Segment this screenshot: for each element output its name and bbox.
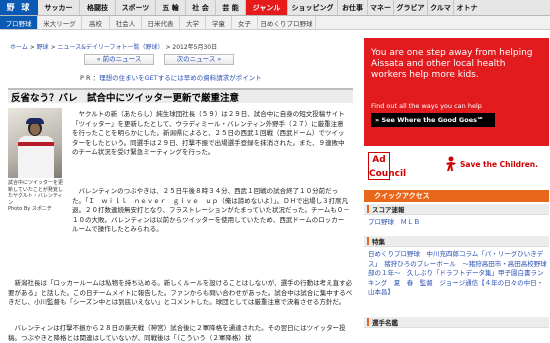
ad-subtext: Find out all the ways you can help [371,102,482,110]
next-news-button[interactable]: 次のニュース » [164,54,234,65]
nav-item-society[interactable]: 社 会 [186,0,216,15]
pr-line: P R ：理想の住まいをGETするには早めの資料請求がポイント [80,72,262,82]
sidebar: You are one step away from helping Aissa… [360,30,550,328]
nav-logo-baseball[interactable]: 野 球 [0,0,38,15]
nav-item-entertainment[interactable]: 芸 能 [216,0,246,15]
nav-item-jobs[interactable]: お仕事 [338,0,368,15]
article-headline: 反省なう？バレ 試合中にツイッター更新で厳重注意 [11,92,240,104]
feature-section-header: 特集 [364,236,549,247]
ad-footer: Ad Council Save the Children. [364,146,549,188]
top-nav: 野 球 サッカー 格闘技 スポーツ 五 輪 社 会 芸 能 ジャンル ショッピン… [0,0,550,16]
pr-label: P R ： [80,74,100,82]
breadcrumb-news-list[interactable]: ニュース&デイリーフォト一覧（野球） [58,44,164,51]
breadcrumb-separator: > [27,44,37,51]
article-paragraph: 新潟社長は「ロッカールームは私物を持ち込める。新しくルールを設けることはしないが… [8,279,353,307]
subnav-item-women[interactable]: 女子 [232,16,258,29]
article-paragraph: バレンティンのつぶやきは、２５日午後８時３４分、西武１回戦の試合終了１０分前だっ… [72,187,350,234]
nav-item-cars[interactable]: クルマ [428,0,454,15]
player-directory-header: 選手名鑑 [364,317,549,328]
nav-item-genre[interactable]: ジャンル [246,0,288,15]
breadcrumb-home[interactable]: ホーム [10,44,28,51]
nav-item-sports[interactable]: スポーツ [116,0,156,15]
ad-headline: You are one step away from helping Aissa… [371,48,533,80]
subnav-item-high-school[interactable]: 高校 [82,16,110,29]
save-the-children-icon [446,156,456,171]
article-column: ホーム > 野球 > ニュース&デイリーフォト一覧（野球） > 2012年5月3… [0,30,356,342]
feature-links[interactable]: 日めくりプロ野球 中川充四郎コラム「パ・リーグひいきデス」 猪狩ひろのプレーボー… [368,250,548,298]
subnav-item-university[interactable]: 大学 [180,16,206,29]
ad-council-logo: Ad Council [368,152,406,180]
prev-news-button[interactable]: « 前のニュース [84,54,154,65]
score-section-header: スコア速報 [364,204,549,215]
article-paragraph: ヤクルトの新（あたらし）純生球団社長（５９）は２９日、試合中に自身の短文投稿サイ… [72,110,345,157]
score-links[interactable]: プロ野球 ＭＬＢ [368,218,548,228]
subnav-item-japan-team[interactable]: 日米代表 [142,16,180,29]
nav-item-money[interactable]: マネー [368,0,394,15]
feature-section-title: 特集 [372,238,385,246]
sub-nav: プロ野球 米大リーグ 高校 社会人 日米代表 大学 学童 女子 日めくりプロ野球 [0,16,550,30]
nav-item-soccer[interactable]: サッカー [38,0,80,15]
breadcrumb-date: 2012年5月30日 [172,44,218,51]
subnav-item-pro-baseball[interactable]: プロ野球 [0,16,38,29]
nav-item-olympics[interactable]: 五 輪 [156,0,186,15]
subnav-item-youth[interactable]: 学童 [206,16,232,29]
subnav-item-mlb[interactable]: 米大リーグ [38,16,82,29]
article-photo[interactable] [8,108,62,178]
quick-access-header: クイックアクセス [364,190,549,202]
nav-item-gravure[interactable]: グラビア [394,0,428,15]
save-the-children-logo: Save the Children. [460,160,538,169]
ad-banner[interactable]: You are one step away from helping Aissa… [364,38,549,188]
photo-caption: 試合中にツイッターを更新していたことが発覚したヤクルト・バレンティン Photo… [8,180,64,212]
nav-item-shopping[interactable]: ショッピング [288,0,338,15]
nav-item-adult[interactable]: オトナ [454,0,480,15]
subnav-item-daily-calendar[interactable]: 日めくりプロ野球 [258,16,316,29]
subnav-item-corporate[interactable]: 社会人 [110,16,142,29]
headline-bar: 反省なう？バレ 試合中にツイッター更新で厳重注意 [8,88,353,104]
ad-cta-button[interactable]: » See Where the Good Goes℠ [371,113,495,127]
pr-link[interactable]: 理想の住まいをGETするには早めの資料請求がポイント [99,74,262,82]
breadcrumb: ホーム > 野球 > ニュース&デイリーフォト一覧（野球） > 2012年5月3… [10,42,217,51]
article-paragraph: バレンティンは打撃不振から２８日の楽天戦（神宮）試合後に２軍降格を通達された。そ… [8,324,346,342]
score-section-title: スコア速報 [372,206,405,214]
breadcrumb-separator: > [48,44,58,51]
breadcrumb-baseball[interactable]: 野球 [37,44,49,51]
nav-item-martial-arts[interactable]: 格闘技 [80,0,116,15]
